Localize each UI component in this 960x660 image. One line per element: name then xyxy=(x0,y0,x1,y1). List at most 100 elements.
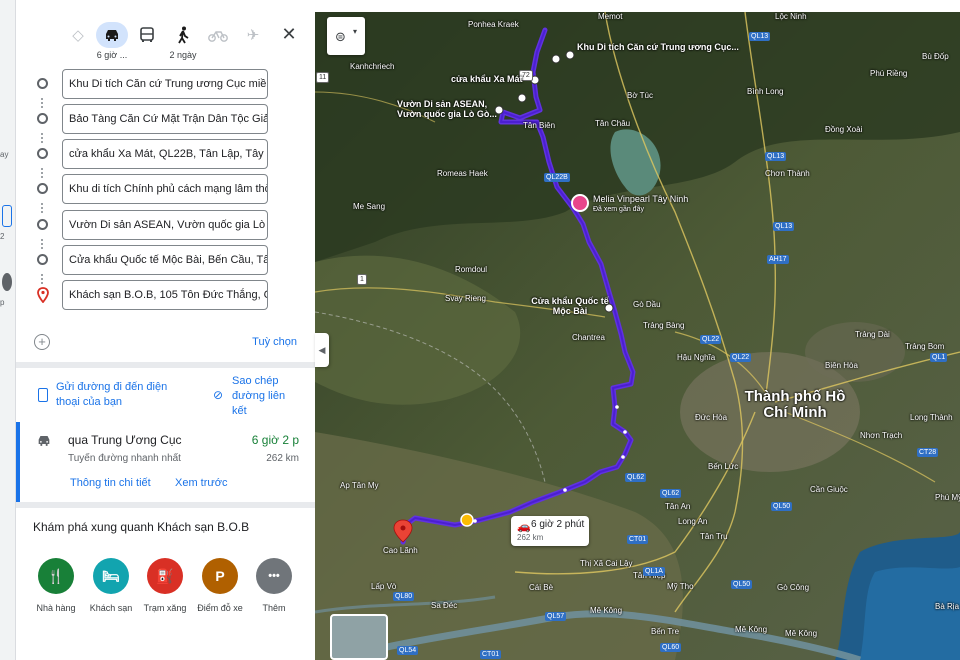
hotel-pin-icon[interactable] xyxy=(571,194,589,212)
melia-sublabel: Đã xem gần đây xyxy=(593,206,644,213)
map-canvas[interactable]: Ponhea Kraek Memot Lộc Ninh Kanhchriech Bù Đ… xyxy=(315,12,960,660)
map-place-label[interactable]: Tân An xyxy=(665,502,690,511)
map-route-label[interactable]: cửa khẩu Xa Mát xyxy=(451,74,523,84)
map-place-label[interactable]: Bờ Túc xyxy=(627,91,653,100)
map-place-label[interactable]: Đức Hòa xyxy=(695,413,727,422)
copy-link-link[interactable]: Sao chép đường liên kết xyxy=(232,374,302,419)
map-place-label[interactable]: Sa Đéc xyxy=(431,601,457,610)
category-gas[interactable]: ⛽ Trạm xăng xyxy=(136,558,194,613)
map-place-label[interactable]: Memot xyxy=(598,12,622,21)
waypoint-input[interactable]: Cửa khẩu Quốc tế Mộc Bài, Bến Cầu, Tây xyxy=(62,245,268,275)
map-place-label[interactable]: Bình Long xyxy=(747,87,783,96)
map-place-label[interactable]: Bù Đốp xyxy=(922,52,949,61)
map-place-label[interactable]: Cần Giuộc xyxy=(810,485,848,494)
preview-link[interactable]: Xem trước xyxy=(175,477,227,489)
waypoint-input[interactable]: cửa khẩu Xa Mát, QL22B, Tân Lập, Tây Ni xyxy=(62,139,268,169)
route-option[interactable]: qua Trung Ương Cục 6 giờ 2 p Tuyến đường… xyxy=(16,422,315,502)
map-place-label[interactable]: Thị Xã Cai Lậy xyxy=(580,559,632,568)
category-more[interactable]: ••• Thêm xyxy=(245,558,303,613)
map-place-label[interactable]: Gò Công xyxy=(777,583,809,592)
route-callout[interactable]: 🚗 6 giờ 2 phút 262 km xyxy=(511,516,589,546)
map-place-label[interactable]: Svay Rieng xyxy=(445,294,486,303)
waypoint-input[interactable]: Khu di tích Chính phủ cách mạng lâm thờ xyxy=(62,174,268,204)
map-route-label[interactable]: Khu Di tích Căn cứ Trung ương Cục... xyxy=(577,42,739,52)
mode-flight[interactable]: ✈ xyxy=(235,22,271,70)
map-place-label[interactable]: Ponhea Kraek xyxy=(468,20,519,29)
map-route-label[interactable]: Vườn Di sản ASEAN, Vườn quốc gia Lò Gò..… xyxy=(397,99,507,119)
collapse-panel-button[interactable]: ◀ xyxy=(315,333,329,367)
road-shield: CT01 xyxy=(480,650,502,659)
mode-car-label: 6 giờ ... xyxy=(96,50,128,60)
map-place-label[interactable]: Romdoul xyxy=(455,265,487,274)
layer-thumbnail[interactable] xyxy=(330,614,388,660)
map-place-label[interactable]: Trảng Bàng xyxy=(643,321,685,330)
waypoint-dot-icon xyxy=(37,113,48,124)
map-place-label[interactable]: Ap Tân My xyxy=(340,481,379,490)
map-place-label[interactable]: Gò Dầu xyxy=(633,300,661,309)
more-icon: ••• xyxy=(256,558,292,594)
map-place-label[interactable]: Bến Tre xyxy=(651,627,679,636)
road-shield: QL1A xyxy=(643,567,665,576)
map-place-label[interactable]: Romeas Haek xyxy=(437,169,488,178)
map-place-label[interactable]: Bến Lức xyxy=(708,462,738,471)
map-place-label[interactable]: Kanhchriech xyxy=(350,62,394,71)
mode-transit[interactable] xyxy=(129,22,165,70)
map-place-label[interactable]: Bà Rịa xyxy=(935,602,959,611)
car-icon xyxy=(96,22,128,48)
road-shield: QL22B xyxy=(544,173,570,182)
map-place-label[interactable]: Mê Kông xyxy=(735,625,767,634)
map-place-label[interactable]: Lấp Vò xyxy=(371,582,396,591)
options-link[interactable]: Tuỳ chọn xyxy=(252,336,297,348)
map-place-label[interactable]: Me Sang xyxy=(353,202,385,211)
map-place-label[interactable]: Chantrea xyxy=(572,333,605,342)
map-place-label[interactable]: Long An xyxy=(678,517,707,526)
map-place-label[interactable]: Biên Hòa xyxy=(825,361,858,370)
restaurant-icon: 🍴 xyxy=(38,558,74,594)
map-place-label[interactable]: Nhơn Trạch xyxy=(860,431,902,440)
destination-input[interactable]: Khách sạn B.O.B, 105 Tôn Đức Thắng, Ca xyxy=(62,280,268,310)
add-stop-icon[interactable]: + xyxy=(34,334,50,350)
map-place-label[interactable]: Tân Châu xyxy=(595,119,630,128)
road-shield: QL50 xyxy=(731,580,753,589)
map-place-label[interactable]: Cái Bè xyxy=(529,583,553,592)
map-place-label[interactable]: Tân Biên xyxy=(523,121,555,130)
map-place-label[interactable]: Đồng Xoài xyxy=(825,125,862,134)
map-place-label[interactable]: Trảng Bom xyxy=(905,342,944,351)
map-place-label[interactable]: Long Thành xyxy=(910,413,953,422)
map-place-label[interactable]: Mỹ Tho xyxy=(667,582,694,591)
category-hotels[interactable]: 🛏 Khách sạn xyxy=(82,558,140,613)
waypoint-input[interactable]: Vườn Di sản ASEAN, Vườn quốc gia Lò Gò xyxy=(62,210,268,240)
waypoint-dot-icon xyxy=(37,148,48,159)
melia-label[interactable]: Melia Vinpearl Tây Ninh xyxy=(593,194,688,204)
mode-bike[interactable] xyxy=(200,22,236,70)
rail-fragment: 2 xyxy=(0,232,5,241)
map-place-label[interactable]: Hậu Nghĩa xyxy=(677,353,715,362)
map-route-label[interactable]: Cửa khẩu Quốc tế Mộc Bài xyxy=(530,296,610,316)
rail-icon[interactable] xyxy=(2,205,12,227)
waypoint-input[interactable]: Khu Di tích Căn cứ Trung ương Cục miền xyxy=(62,69,268,99)
map-place-label[interactable]: Trảng Dài xyxy=(855,330,890,339)
layers-button[interactable]: ⊜ ▾ xyxy=(327,17,365,55)
road-shield: QL62 xyxy=(625,473,647,482)
rail-avatar-icon[interactable] xyxy=(2,273,12,291)
map-place-label[interactable]: Mê Kông xyxy=(785,629,817,638)
category-restaurants[interactable]: 🍴 Nhà hàng xyxy=(27,558,85,613)
close-icon[interactable]: ✕ xyxy=(278,24,300,45)
map-place-label[interactable]: Phú Mỹ xyxy=(935,493,960,502)
map-place-label[interactable]: Cao Lãnh xyxy=(383,546,418,555)
route-subtitle: Tuyến đường nhanh nhất xyxy=(68,453,181,464)
map-place-label[interactable]: Mê Kông xyxy=(590,606,622,615)
map-place-label[interactable]: Chơn Thành xyxy=(765,169,810,178)
road-shield: QL13 xyxy=(765,152,787,161)
city-label: Thành phố Hồ Chí Minh xyxy=(744,388,846,421)
details-link[interactable]: Thông tin chi tiết xyxy=(70,477,151,489)
send-to-phone-link[interactable]: Gửi đường đi đến điện thoại của bạn xyxy=(56,380,186,410)
map-place-label[interactable]: Tân Trụ xyxy=(700,532,728,541)
mode-walk[interactable]: 2 ngày xyxy=(165,22,201,70)
map-place-label[interactable]: Phú Riềng xyxy=(870,69,907,78)
waypoint-input[interactable]: Bảo Tàng Căn Cứ Mặt Trận Dân Tộc Giải xyxy=(62,104,268,134)
mode-best[interactable]: ◇ xyxy=(60,22,96,70)
mode-car[interactable]: 6 giờ ... xyxy=(94,22,130,70)
map-place-label[interactable]: Lộc Ninh xyxy=(775,12,807,21)
category-parking[interactable]: P Điểm đỗ xe xyxy=(191,558,249,613)
